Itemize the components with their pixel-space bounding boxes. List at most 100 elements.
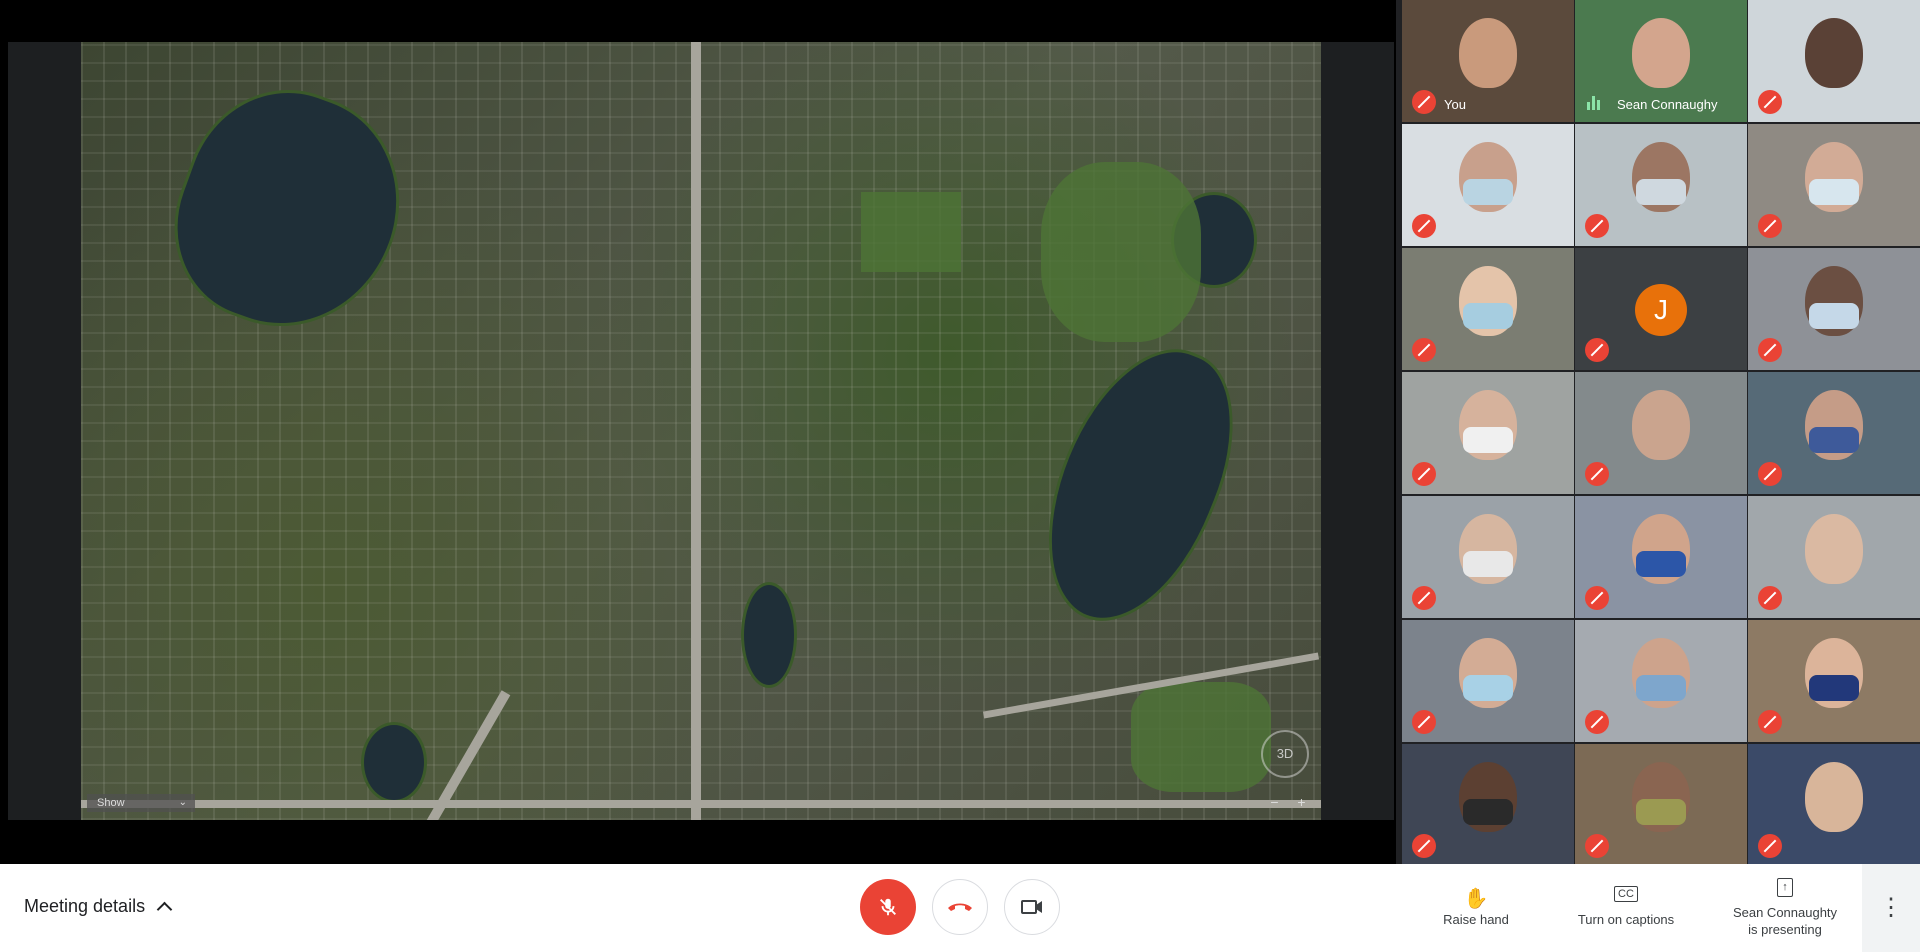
participant-tile[interactable] xyxy=(1748,124,1920,246)
muted-mic-icon xyxy=(1412,834,1436,858)
muted-mic-icon xyxy=(1412,338,1436,362)
chevron-up-icon xyxy=(156,901,173,918)
lake-northwest xyxy=(147,62,431,358)
face-mask xyxy=(1463,675,1513,701)
participant-video xyxy=(1459,18,1517,88)
raise-hand-button[interactable]: ✋ Raise hand xyxy=(1436,886,1516,927)
participant-tile[interactable]: You xyxy=(1402,0,1574,122)
park-square xyxy=(861,192,961,272)
map-zoom-controls: − + xyxy=(1261,794,1315,812)
lake-southwest xyxy=(361,722,427,803)
muted-mic-icon xyxy=(1758,90,1782,114)
mic-off-icon xyxy=(880,898,896,916)
face-mask xyxy=(1463,179,1513,205)
muted-mic-icon xyxy=(1412,90,1436,114)
participant-tile[interactable] xyxy=(1575,620,1747,742)
face-mask xyxy=(1636,675,1686,701)
face-mask xyxy=(1463,427,1513,453)
muted-mic-icon xyxy=(1585,338,1609,362)
muted-mic-icon xyxy=(1412,214,1436,238)
closed-captions-icon: CC xyxy=(1566,886,1686,908)
face-mask xyxy=(1463,799,1513,825)
muted-mic-icon xyxy=(1758,834,1782,858)
camera-toggle-button[interactable] xyxy=(1004,879,1060,935)
participant-tile[interactable] xyxy=(1402,372,1574,494)
chevron-down-icon: ⌄ xyxy=(178,797,187,808)
raise-hand-label: Raise hand xyxy=(1443,912,1509,927)
more-vert-icon: ⋮ xyxy=(1879,894,1903,921)
map-3d-button[interactable]: 3D xyxy=(1261,730,1309,778)
lake-south-center xyxy=(741,582,797,688)
participant-tile[interactable] xyxy=(1748,620,1920,742)
participant-tile[interactable] xyxy=(1748,0,1920,122)
presenting-status-button[interactable]: ↑ Sean Connaughty is presenting xyxy=(1720,878,1850,938)
captions-button[interactable]: CC Turn on captions xyxy=(1566,886,1686,927)
highway-bottom xyxy=(81,800,1321,808)
participant-tile[interactable] xyxy=(1575,124,1747,246)
participant-tile[interactable] xyxy=(1575,744,1747,866)
participant-tile[interactable] xyxy=(1575,372,1747,494)
satellite-map: Show ⌄ 3D − + xyxy=(81,42,1321,820)
captions-label: Turn on captions xyxy=(1577,912,1675,927)
participant-tile[interactable] xyxy=(1748,372,1920,494)
participant-avatar: J xyxy=(1635,284,1687,336)
participant-video xyxy=(1805,514,1863,584)
zoom-in-button[interactable]: + xyxy=(1297,794,1305,812)
face-mask xyxy=(1636,179,1686,205)
participant-grid: You Sean Connaughy J xyxy=(1402,0,1920,866)
participant-tile[interactable] xyxy=(1402,744,1574,866)
bottom-toolbar: Meeting details ✋ Raise hand CC Turn on … xyxy=(0,864,1920,952)
face-mask xyxy=(1809,303,1859,329)
face-mask xyxy=(1636,551,1686,577)
muted-mic-icon xyxy=(1758,586,1782,610)
face-mask xyxy=(1809,427,1859,453)
leave-call-button[interactable] xyxy=(932,879,988,935)
muted-mic-icon xyxy=(1758,214,1782,238)
muted-mic-icon xyxy=(1585,710,1609,734)
phone-hangup-icon xyxy=(948,903,972,911)
muted-mic-icon xyxy=(1585,214,1609,238)
more-options-button[interactable]: ⋮ xyxy=(1862,864,1920,952)
participant-tile[interactable] xyxy=(1402,124,1574,246)
presenting-label: is presenting xyxy=(1748,922,1822,937)
presentation-stage: Show ⌄ 3D − + xyxy=(0,0,1396,864)
participant-tile[interactable] xyxy=(1402,620,1574,742)
participant-video xyxy=(1632,18,1690,88)
face-mask xyxy=(1809,179,1859,205)
face-mask xyxy=(1463,303,1513,329)
muted-mic-icon xyxy=(1412,586,1436,610)
muted-mic-icon xyxy=(1758,338,1782,362)
lake-east xyxy=(1013,323,1265,647)
park-south xyxy=(1131,682,1271,792)
face-mask xyxy=(1463,551,1513,577)
muted-mic-icon xyxy=(1412,710,1436,734)
map-show-label: Show xyxy=(97,797,125,809)
face-mask xyxy=(1636,799,1686,825)
highway-north-south xyxy=(691,42,701,820)
participant-tile[interactable] xyxy=(1748,496,1920,618)
muted-mic-icon xyxy=(1758,462,1782,486)
microphone-toggle-button[interactable] xyxy=(860,879,916,935)
present-screen-icon: ↑ xyxy=(1720,878,1850,900)
participant-tile[interactable] xyxy=(1748,248,1920,370)
participant-tile[interactable] xyxy=(1748,744,1920,866)
muted-mic-icon xyxy=(1585,586,1609,610)
participant-name: Sean Connaughy xyxy=(1617,97,1718,112)
meeting-details-label: Meeting details xyxy=(24,896,146,916)
participant-tile[interactable]: Sean Connaughy xyxy=(1575,0,1747,122)
participant-video xyxy=(1805,18,1863,88)
hand-icon: ✋ xyxy=(1463,888,1489,910)
meeting-details-button[interactable]: Meeting details xyxy=(24,896,173,918)
participant-tile[interactable] xyxy=(1575,496,1747,618)
face-mask xyxy=(1809,675,1859,701)
participant-tile[interactable] xyxy=(1402,496,1574,618)
participant-video xyxy=(1632,390,1690,460)
muted-mic-icon xyxy=(1585,834,1609,858)
shared-screen: Show ⌄ 3D − + xyxy=(8,42,1394,820)
participant-tile[interactable] xyxy=(1402,248,1574,370)
zoom-out-button[interactable]: − xyxy=(1270,794,1278,812)
speaking-indicator-icon xyxy=(1587,96,1603,110)
map-show-dropdown[interactable]: Show ⌄ xyxy=(87,794,195,812)
participant-tile[interactable]: J xyxy=(1575,248,1747,370)
participant-name: You xyxy=(1444,97,1466,112)
